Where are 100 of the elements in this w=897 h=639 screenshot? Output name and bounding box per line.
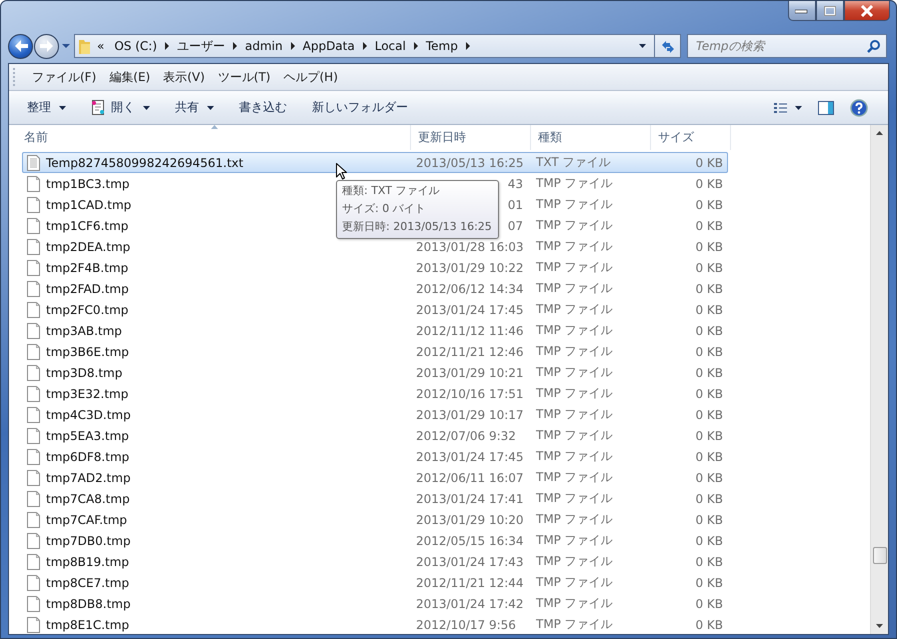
size-cell: 0 KB — [695, 492, 723, 506]
tooltip-text: 種類: TXT ファイル — [342, 183, 440, 199]
file-name[interactable]: tmp3D8.tmp — [46, 366, 122, 380]
file-icon — [27, 554, 40, 570]
menu-item[interactable]: ファイル(F) — [27, 68, 104, 86]
breadcrumb[interactable]: OS (C:) — [110, 39, 162, 53]
file-name[interactable]: tmp1BC3.tmp — [46, 176, 130, 190]
scroll-down-icon[interactable] — [876, 624, 883, 628]
file-name[interactable]: tmp5EA3.tmp — [46, 428, 129, 442]
chevron-right-icon[interactable] — [414, 42, 418, 50]
chevron-right-icon[interactable] — [290, 42, 295, 50]
dropdown-caret-icon[interactable] — [639, 44, 646, 48]
scroll-up-icon[interactable] — [876, 131, 883, 135]
chevron-right-icon[interactable] — [233, 42, 238, 50]
file-name[interactable]: tmp7DB0.tmp — [46, 534, 131, 548]
column-header[interactable]: 更新日時 — [411, 125, 531, 150]
address-bar[interactable]: « OS (C:) ユーザー admin AppData Local Temp — [74, 34, 655, 58]
file-name[interactable]: tmp3AB.tmp — [46, 324, 122, 338]
type-cell: TMP ファイル — [536, 343, 613, 360]
size-cell: 0 KB — [695, 470, 723, 484]
history-caret-icon[interactable] — [62, 44, 70, 48]
minimize-button[interactable] — [788, 1, 816, 21]
toolbar-button[interactable]: 開く — [83, 96, 158, 120]
file-icon — [27, 386, 40, 402]
file-icon — [27, 574, 40, 590]
notepad-icon — [91, 99, 105, 116]
size-cell: 0 KB — [695, 198, 723, 212]
file-icon — [27, 364, 40, 380]
file-name[interactable]: tmp2F4B.tmp — [46, 260, 128, 274]
close-button[interactable] — [844, 1, 890, 21]
breadcrumb[interactable]: ユーザー — [173, 38, 230, 54]
column-header[interactable]: 種類 — [531, 125, 651, 150]
file-name[interactable]: tmp8E1C.tmp — [46, 618, 130, 632]
file-icon — [27, 196, 40, 212]
breadcrumb[interactable]: AppData — [298, 39, 359, 53]
breadcrumb[interactable]: admin — [241, 39, 287, 53]
file-name[interactable]: tmp2FC0.tmp — [46, 302, 128, 316]
caret-icon — [143, 106, 150, 110]
file-name[interactable]: tmp7CAF.tmp — [46, 512, 128, 526]
size-cell: 0 KB — [695, 576, 723, 590]
date-cell: 2013/01/29 10:22 — [416, 260, 524, 274]
file-name[interactable]: tmp1CAD.tmp — [46, 198, 132, 212]
file-name[interactable]: tmp2FAD.tmp — [46, 282, 129, 296]
menu-item[interactable]: 編集(E) — [104, 68, 158, 86]
file-name[interactable]: tmp8DB8.tmp — [46, 596, 131, 610]
size-cell: 0 KB — [695, 554, 723, 568]
scroll-thumb[interactable] — [872, 547, 886, 564]
overflow-chevron[interactable]: « — [97, 39, 110, 53]
file-name[interactable]: tmp3B6E.tmp — [46, 344, 129, 358]
search-field[interactable]: Tempの検索 — [687, 34, 887, 58]
file-name[interactable]: tmp7AD2.tmp — [46, 470, 131, 484]
file-icon — [27, 322, 40, 338]
file-name[interactable]: tmp6DF8.tmp — [46, 450, 130, 464]
pane-icon — [818, 100, 834, 114]
type-cell: TMP ファイル — [536, 511, 613, 528]
file-icon — [27, 344, 40, 360]
file-name[interactable]: tmp4C3D.tmp — [46, 408, 131, 422]
search-icon[interactable] — [867, 40, 880, 53]
breadcrumb[interactable]: Local — [370, 39, 410, 53]
file-icon — [27, 512, 40, 528]
date-cell: 43 — [508, 176, 523, 190]
file-name[interactable]: tmp3E32.tmp — [46, 386, 128, 400]
date-cell: 2012/11/12 11:46 — [416, 324, 524, 338]
breadcrumb[interactable]: Temp — [422, 39, 462, 53]
file-name[interactable]: tmp8CE7.tmp — [46, 576, 130, 590]
size-cell: 0 KB — [695, 260, 723, 274]
list-view-icon — [774, 102, 787, 114]
file-icon — [27, 280, 40, 296]
maximize-button[interactable] — [816, 1, 844, 21]
menu-item[interactable]: ツール(T) — [212, 68, 278, 86]
size-cell: 0 KB — [695, 386, 723, 400]
file-name[interactable]: tmp2DEA.tmp — [46, 240, 130, 254]
chevron-right-icon[interactable] — [466, 42, 470, 50]
column-header[interactable]: サイズ — [651, 125, 731, 150]
menu-item[interactable]: 表示(V) — [158, 68, 213, 86]
file-name[interactable]: tmp7CA8.tmp — [46, 492, 130, 506]
file-name[interactable]: tmp8B19.tmp — [46, 554, 129, 568]
toolbar-button[interactable]: 書き込む — [231, 96, 295, 120]
file-name[interactable]: tmp1CF6.tmp — [46, 218, 128, 232]
file-icon — [27, 532, 40, 548]
type-cell: TMP ファイル — [536, 469, 613, 486]
chevron-right-icon[interactable] — [165, 42, 170, 50]
date-cell: 2012/10/16 17:51 — [416, 386, 524, 400]
file-icon — [27, 448, 40, 464]
size-cell: 0 KB — [695, 618, 723, 632]
minimize-icon — [795, 8, 809, 14]
column-header[interactable]: 名前 — [17, 125, 411, 150]
toolbar-button[interactable]: 新しいフォルダー — [304, 96, 416, 120]
refresh-button[interactable] — [655, 34, 681, 58]
file-name[interactable]: Temp8274580998242694561.txt — [46, 156, 244, 170]
caret-icon — [207, 106, 214, 110]
date-cell: 2012/11/21 12:46 — [416, 344, 524, 358]
caret-icon — [59, 106, 66, 110]
toolbar-button[interactable]: 共有 — [167, 96, 222, 120]
file-row[interactable]: Temp8274580998242694561.txt 2013/05/13 16:25 TXT ファイル 0 KB — [22, 152, 728, 173]
scrollbar[interactable] — [870, 125, 888, 634]
chevron-right-icon[interactable] — [362, 42, 367, 50]
menu-item[interactable]: ヘルプ(H) — [278, 68, 346, 86]
toolbar-button[interactable]: 整理 — [19, 96, 74, 120]
back-button[interactable] — [8, 34, 33, 58]
